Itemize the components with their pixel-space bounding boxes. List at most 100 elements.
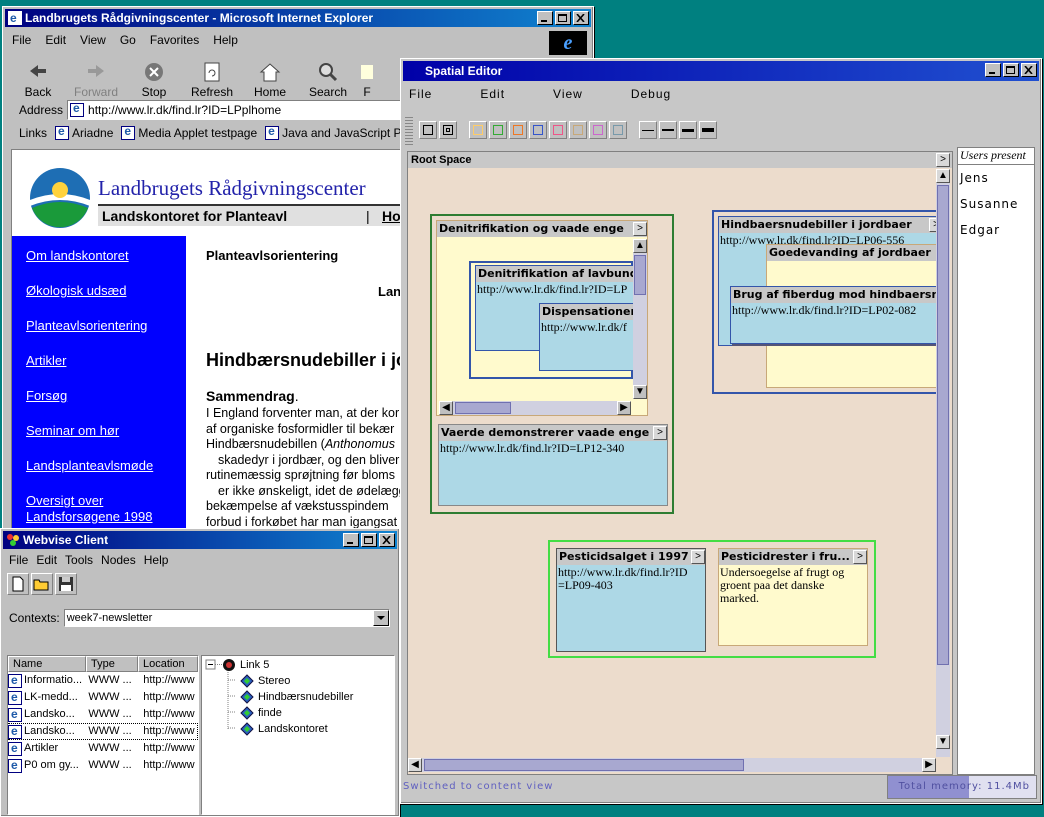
save-button[interactable] [55,573,77,595]
menu-favorites[interactable]: Favorites [143,31,206,49]
subspace-hscroll[interactable]: ◀ ▶ [439,401,631,415]
ie-titlebar[interactable]: e Landbrugets Rådgivningscenter - Micros… [5,9,591,27]
nav-seminar-om-hor[interactable]: Seminar om hør [26,423,119,438]
color-swatch-purple[interactable] [589,121,607,139]
menu-edit[interactable]: Edit [480,85,505,103]
menu-help[interactable]: Help [206,31,245,49]
color-swatch-grey[interactable] [609,121,627,139]
menu-file[interactable]: File [409,85,432,103]
node-dispensationer[interactable]: Dispensationer http://www.lr.dk/f [539,303,635,371]
nav-planteavlsorientering[interactable]: Planteavlsorientering [26,318,147,333]
tree-item-landskontoret[interactable]: Landskontoret [240,722,328,736]
list-item[interactable]: Landsko...WWW ...http://www [8,706,198,723]
menu-view[interactable]: View [553,85,583,103]
close-button[interactable] [379,533,395,547]
col-location[interactable]: Location [138,656,198,672]
space-pesticider[interactable]: Pesticidsalget i 1997 > http://www.lr.dk… [548,540,876,658]
menu-file[interactable]: File [3,551,32,569]
expand-button[interactable]: > [853,550,867,564]
user-edgar[interactable]: Edgar [958,217,1034,243]
stop-button[interactable]: Stop [125,59,183,103]
line-width-4-button[interactable] [699,121,717,139]
tree-item-hindbaersnudebiller[interactable]: Hindbærsnudebiller [240,690,353,704]
color-swatch-yellow[interactable] [469,121,487,139]
maximize-button[interactable] [361,533,377,547]
close-button[interactable] [1021,63,1037,77]
menu-tools[interactable]: Tools [61,551,97,569]
chevron-down-icon[interactable] [373,610,389,626]
user-susanne[interactable]: Susanne [958,191,1034,217]
menu-go[interactable]: Go [113,31,143,49]
nav-oversigt-landsforsog[interactable]: Oversigt over Landsforsøgene 1998 [26,493,166,525]
menu-debug[interactable]: Debug [631,85,671,103]
tree-root-link[interactable]: Link 5 [222,658,269,672]
node-pesticidrester[interactable]: Pesticidrester i fru... > Undersoegelse … [718,548,868,646]
new-file-button[interactable] [7,573,29,595]
open-folder-button[interactable] [31,573,53,595]
root-expand-button[interactable]: > [936,153,950,167]
menu-file[interactable]: File [5,31,38,49]
subspace-vscroll[interactable]: ▲ ▼ [633,239,647,399]
col-type[interactable]: Type [86,656,138,672]
node-brug-af-fiberdug[interactable]: Brug af fiberdug mod hindbaersnudebiller… [730,286,942,344]
favorites-button[interactable]: F [357,59,377,103]
minimize-button[interactable] [537,11,553,25]
list-item[interactable]: ArtiklerWWW ...http://www [8,740,198,757]
root-vscroll[interactable]: ▲ ▼ [936,169,950,757]
node-pesticidsalget[interactable]: Pesticidsalget i 1997 > http://www.lr.dk… [556,548,706,652]
maximize-button[interactable] [1003,63,1019,77]
back-button[interactable]: Back [9,59,67,103]
search-button[interactable]: Search [299,59,357,103]
col-name[interactable]: Name [8,656,86,672]
tree-item-finde[interactable]: finde [240,706,282,720]
menu-nodes[interactable]: Nodes [97,551,140,569]
list-item[interactable]: Informatio...WWW ...http://www [8,672,198,689]
expand-button[interactable]: > [633,222,647,236]
nav-forsog[interactable]: Forsøg [26,388,67,403]
list-item[interactable]: Landsko...WWW ...http://www [8,723,198,740]
menu-help[interactable]: Help [140,551,173,569]
minimize-button[interactable] [985,63,1001,77]
webvise-titlebar[interactable]: Webvise Client [3,531,397,549]
color-swatch-green[interactable] [489,121,507,139]
menu-edit[interactable]: Edit [38,31,73,49]
root-hscroll[interactable]: ◀ ▶ [408,758,936,772]
maximize-button[interactable] [555,11,571,25]
frame-style-single-button[interactable] [419,121,437,139]
frame-style-double-button[interactable] [439,121,457,139]
link-media-applet[interactable]: Media Applet testpage [121,126,257,140]
line-width-2-button[interactable] [659,121,677,139]
nav-okologisk-udsaed[interactable]: Økologisk udsæd [26,283,126,298]
minimize-button[interactable] [343,533,359,547]
contexts-select[interactable]: week7-newsletter [64,609,390,627]
color-swatch-tan[interactable] [569,121,587,139]
subspace-denitrifikation[interactable]: Denitrifikation og vaade enge > Denitrif… [436,220,648,416]
color-swatch-pink[interactable] [549,121,567,139]
refresh-button[interactable]: Refresh [183,59,241,103]
line-width-1-button[interactable] [639,121,657,139]
forward-button[interactable]: Forward [67,59,125,103]
color-swatch-blue[interactable] [529,121,547,139]
menu-edit[interactable]: Edit [32,551,61,569]
toolbar-grip[interactable] [405,115,413,145]
link-java[interactable]: Java and JavaScript Prog [265,126,419,140]
user-jens[interactable]: Jens [958,165,1034,191]
root-space[interactable]: Root Space > Denitrifikation og vaade en… [407,151,953,775]
list-item[interactable]: P0 om gy...WWW ...http://www [8,757,198,774]
line-width-3-button[interactable] [679,121,697,139]
home-button[interactable]: Home [241,59,299,103]
nav-om-landskontoret[interactable]: Om landskontoret [26,248,129,263]
color-swatch-orange[interactable] [509,121,527,139]
nav-artikler[interactable]: Artikler [26,353,66,368]
close-button[interactable] [573,11,589,25]
expand-button[interactable]: > [691,550,705,564]
spatial-editor-titlebar[interactable]: Spatial Editor [403,61,1039,81]
nav-landsplanteavlsmode[interactable]: Landsplanteavlsmøde [26,458,153,473]
menu-view[interactable]: View [73,31,113,49]
space-hindbaersnudebiller[interactable]: Hindbaersnudebiller i jordbaer > http://… [712,210,944,394]
expand-button[interactable]: > [653,426,667,440]
space-denitrifikation[interactable]: Denitrifikation og vaade enge > Denitrif… [430,214,674,514]
node-vaerde-demonstrerer[interactable]: Vaerde demonstrerer vaade enge > http://… [438,424,668,506]
link-ariadne[interactable]: Ariadne [55,126,113,140]
list-item[interactable]: LK-medd...WWW ...http://www [8,689,198,706]
